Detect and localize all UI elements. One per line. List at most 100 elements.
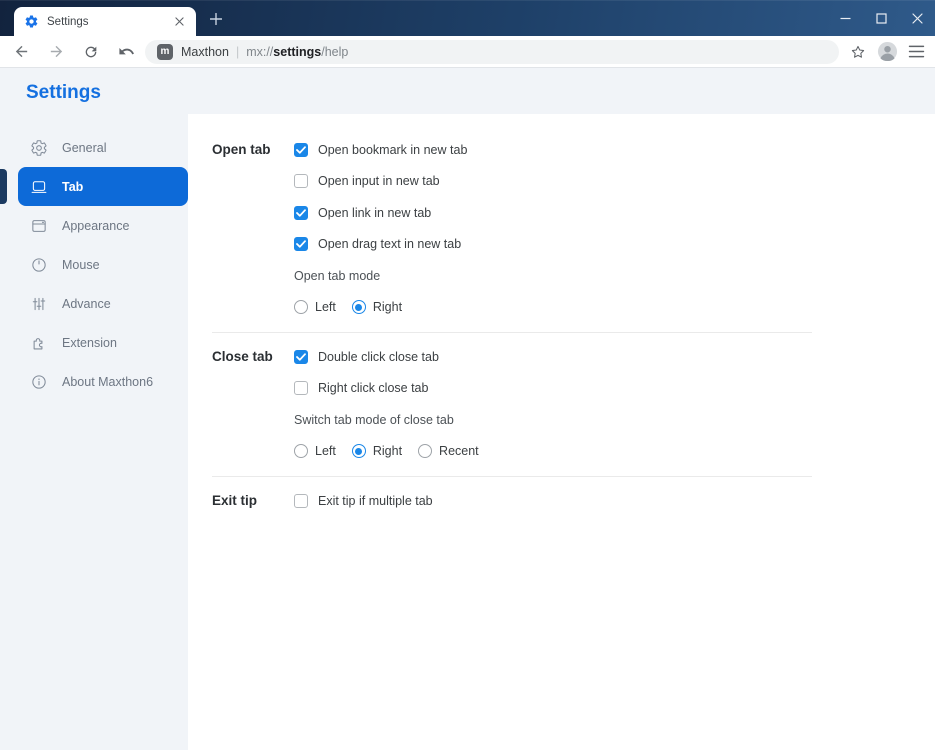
radio-option-right[interactable]: Right <box>351 300 403 315</box>
gear-icon <box>24 14 39 29</box>
undo-icon[interactable] <box>113 39 139 65</box>
sidebar-item-label: Advance <box>62 296 111 311</box>
mouse-icon <box>30 256 48 274</box>
row: Open link in new tab <box>294 197 935 229</box>
checkbox-right-click-close-tab[interactable] <box>294 381 308 396</box>
sidebar-item-label: Mouse <box>62 257 100 272</box>
url-brand: Maxthon <box>181 44 229 59</box>
menu-icon[interactable] <box>908 45 925 58</box>
row: Left Right <box>294 292 935 324</box>
section-close-tab: Close tab Double click close tab Right cli… <box>188 341 935 467</box>
appearance-icon <box>30 217 48 235</box>
close-icon[interactable] <box>899 0 935 36</box>
section-rows: Double click close tab Right click close … <box>294 341 935 467</box>
settings-sections: Open tab Open bookmark in new tab Open inp… <box>188 114 935 750</box>
section-title: Exit tip <box>212 493 258 508</box>
sliders-icon <box>30 295 48 313</box>
star-icon[interactable] <box>849 43 867 61</box>
url-scheme: mx:// <box>246 44 274 59</box>
radio-left[interactable] <box>294 444 308 459</box>
checkbox-label: Open link in new tab <box>318 205 432 220</box>
refresh-icon[interactable] <box>78 39 104 65</box>
minimize-icon[interactable] <box>827 0 863 36</box>
checkbox-open-input-in-new-tab[interactable] <box>294 174 308 189</box>
tab-title: Settings <box>47 15 89 28</box>
tab-close-icon[interactable] <box>170 13 188 31</box>
sidebar-item-tab[interactable]: Tab <box>0 167 188 206</box>
settings-page: Settings General Tab Appearance Mouse Advanc… <box>0 68 935 750</box>
section-title: Close tab <box>212 349 273 364</box>
sidebar-item-mouse[interactable]: Mouse <box>18 245 188 284</box>
url-text: Maxthon | mx://settings/help <box>181 45 348 59</box>
url-host: settings <box>273 44 322 59</box>
radio-recent[interactable] <box>418 444 433 459</box>
checkbox-open-drag-text-in-new-tab[interactable] <box>294 237 308 252</box>
url-separator: | <box>235 44 240 59</box>
back-icon[interactable] <box>8 39 34 65</box>
checkbox-label: Double click close tab <box>318 349 439 364</box>
row: Exit tip if multiple tab <box>294 485 935 517</box>
sidebar-item-label: Tab <box>62 179 84 194</box>
forward-icon[interactable] <box>43 39 69 65</box>
tab-icon <box>30 178 48 196</box>
checkbox-label: Right click close tab <box>318 381 429 396</box>
row: Double click close tab <box>294 341 935 373</box>
group-label: Open tab mode <box>294 268 381 283</box>
row: Open drag text in new tab <box>294 229 935 261</box>
sidebar-item-label: Extension <box>62 335 117 350</box>
profile-icon[interactable] <box>877 41 898 62</box>
window-controls <box>827 0 935 36</box>
row: Switch tab mode of close tab <box>294 404 935 436</box>
group-label: Switch tab mode of close tab <box>294 412 454 427</box>
checkbox-label: Exit tip if multiple tab <box>318 493 433 508</box>
sidebar-item-advance[interactable]: Advance <box>18 284 188 323</box>
gear-icon <box>30 139 48 157</box>
checkbox-label: Open drag text in new tab <box>318 237 462 252</box>
checkbox-label: Open input in new tab <box>318 174 440 189</box>
row: Open tab mode <box>294 260 935 292</box>
selected-indicator <box>0 169 7 204</box>
section-divider <box>212 476 812 477</box>
sidebar-nav: General Tab Appearance Mouse Advance Extensio… <box>0 128 188 401</box>
browser-tab-settings[interactable]: Settings <box>14 7 196 36</box>
section-exit-tip: Exit tip Exit tip if multiple tab <box>188 485 935 517</box>
titlebar: Settings <box>0 0 935 36</box>
maximize-icon[interactable] <box>863 0 899 36</box>
info-icon <box>30 373 48 391</box>
nav-buttons <box>8 39 139 65</box>
radio-option-right[interactable]: Right <box>351 444 403 459</box>
row: Right click close tab <box>294 373 935 405</box>
radio-option-left[interactable]: Left <box>294 300 336 315</box>
page-title: Settings <box>26 82 101 103</box>
checkbox-exit-tip-if-multiple-tab[interactable] <box>294 493 308 508</box>
checkbox-open-bookmark-in-new-tab[interactable] <box>294 142 308 157</box>
radio-right[interactable] <box>351 300 366 315</box>
radio-option-label: Left <box>315 444 336 459</box>
section-open-tab: Open tab Open bookmark in new tab Open inp… <box>188 134 935 323</box>
checkbox-double-click-close-tab[interactable] <box>294 349 308 364</box>
sidebar-item-general[interactable]: General <box>18 128 188 167</box>
address-bar[interactable]: m Maxthon | mx://settings/help <box>145 39 839 64</box>
radio-right[interactable] <box>351 444 366 459</box>
sidebar-item-about-maxthon6[interactable]: About Maxthon6 <box>18 362 188 401</box>
radio-option-recent[interactable]: Recent <box>418 444 479 459</box>
sidebar-item-label: About Maxthon6 <box>62 374 154 389</box>
radio-left[interactable] <box>294 300 308 315</box>
toolbar-right <box>849 41 925 62</box>
new-tab-button[interactable] <box>204 10 228 28</box>
sidebar-item-label: General <box>62 140 107 155</box>
section-title: Open tab <box>212 142 271 157</box>
checkbox-open-link-in-new-tab[interactable] <box>294 205 308 220</box>
maxthon-logo-icon: m <box>157 43 173 60</box>
sidebar-item-extension[interactable]: Extension <box>18 323 188 362</box>
puzzle-icon <box>30 334 48 352</box>
section-rows: Open bookmark in new tab Open input in ne… <box>294 134 935 323</box>
section-divider <box>212 332 812 333</box>
radio-option-label: Right <box>372 300 403 315</box>
sidebar-item-appearance[interactable]: Appearance <box>18 206 188 245</box>
toolbar: m Maxthon | mx://settings/help <box>0 36 935 68</box>
sidebar-item-label: Appearance <box>62 218 130 233</box>
radio-option-label: Right <box>372 444 403 459</box>
radio-option-left[interactable]: Left <box>294 444 336 459</box>
row: Left Right Recent <box>294 436 935 468</box>
